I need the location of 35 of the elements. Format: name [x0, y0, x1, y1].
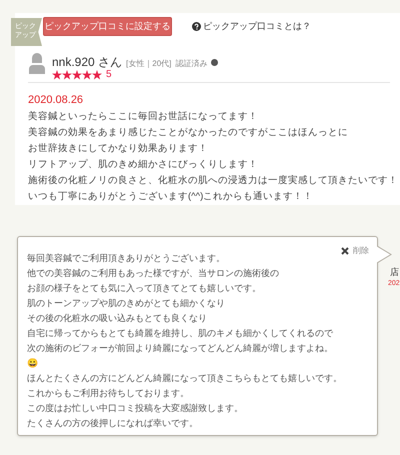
pickup-button[interactable]: ピックアップ口コミに設定する	[43, 17, 172, 36]
reply-text: その後の化粧水の吸い込みもとても良くなり	[27, 312, 208, 325]
star-icon	[52, 70, 62, 80]
reply-text: 毎回美容鍼でご利用頂きありがとうございます。	[27, 252, 226, 265]
reply-text: 自宅に帰ってからもとても綺麗を維持し、肌のキメも細かくしてくれるので	[27, 327, 334, 340]
reply-text: これからもご利用お待ちしております。	[27, 387, 190, 400]
review-text: お世辞抜きにしてかなり効果あります！	[28, 142, 209, 156]
close-icon[interactable]	[341, 247, 349, 255]
reply-text: 他での美容鍼のご利用もあった様ですが、当サロンの施術後の	[27, 267, 280, 280]
reply-text: たくさんの方の後押しになれば幸いです。	[27, 417, 199, 430]
reply-text: 😀	[27, 357, 39, 370]
review-text: 美容鍼の効果をあまり感じたことがなかったのですがここはほんっとに	[28, 126, 349, 140]
star-icon	[62, 70, 72, 80]
star-icon	[92, 70, 102, 80]
review-text: リフトアップ、肌のきめ細かさにびっくりします！	[28, 158, 259, 172]
reply-text: 次の施術のビフォーが前回より綺麗になってどんどん綺麗が増しますよね。	[27, 342, 334, 355]
pickup-help-link[interactable]: ピックアップ口コミとは？	[203, 20, 311, 34]
avatar-icon	[29, 53, 45, 74]
review-text: いつも丁寧にありがとうございます(^^)これからも通います！！	[28, 190, 314, 204]
verified-label: 認証済み	[175, 58, 208, 70]
reply-text: 肌のトーンアップや肌のきめがとても細かくなり	[27, 297, 226, 310]
shop-name: 店	[390, 266, 399, 279]
reply-text: ほんとたくさんの方にどんどん綺麗になって頂きこちらもとても嬉しいです。	[27, 372, 343, 385]
rating-value: 5	[106, 68, 112, 82]
reviewer-attributes: [女性｜20代]	[126, 58, 172, 70]
reviewer-name: nnk.920 さん	[52, 54, 122, 70]
delete-link[interactable]: 削除	[353, 245, 369, 257]
review-text: 施術後の化粧ノリの良さと、化粧水の肌への浸透力は一度実感して頂きたいです！	[28, 174, 398, 188]
star-icon	[72, 70, 82, 80]
reply-text: この度はお忙しい中口コミ投稿を大変感謝致します。	[27, 402, 244, 415]
review-date: 2020.08.26	[28, 93, 84, 108]
help-icon	[192, 22, 201, 32]
star-icon	[82, 70, 92, 80]
review-text: 美容鍼といったらここに毎回お世話になってます！	[28, 110, 259, 124]
reply-text: お顔の様子をとても気に入って頂きてとても嬉しいです。	[27, 282, 262, 295]
